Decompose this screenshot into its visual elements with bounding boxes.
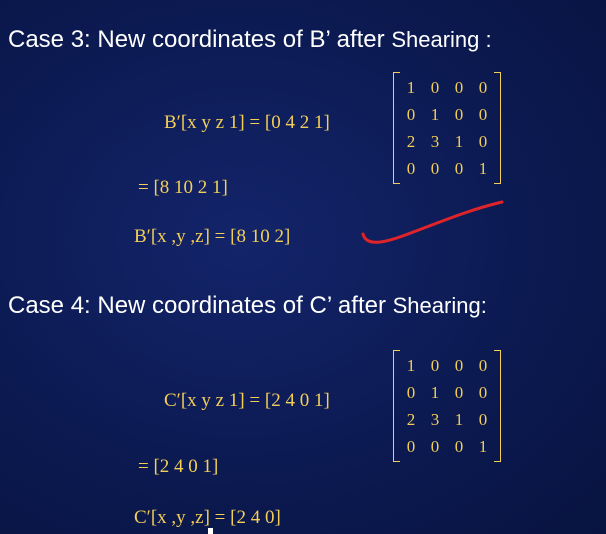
- matrix-cell: 0: [478, 77, 488, 97]
- matrix-cell: 0: [454, 104, 464, 124]
- matrix-cell: 0: [454, 355, 464, 375]
- matrix-cell: 2: [406, 409, 416, 429]
- case4-equation-lhs: C′[x y z 1] = [2 4 0 1]: [164, 390, 330, 411]
- case3-equation-lhs: B′[x y z 1] = [0 4 2 1]: [164, 112, 330, 133]
- matrix-cell: 0: [454, 382, 464, 402]
- case4-result-row: = [2 4 0 1]: [138, 456, 219, 477]
- matrix-cell: 1: [478, 158, 488, 178]
- matrix-cell: 3: [430, 409, 440, 429]
- matrix-cell: 0: [454, 77, 464, 97]
- case3-heading-text: Case 3: New coordinates of B’ after: [8, 26, 385, 53]
- matrix-cell: 0: [430, 436, 440, 456]
- matrix-cell: 0: [478, 131, 488, 151]
- matrix-cell: 1: [454, 409, 464, 429]
- case4-final-coordinates: C′[x ,y ,z] = [2 4 0]: [134, 507, 281, 528]
- matrix-cell: 1: [406, 355, 416, 375]
- matrix-cell: 0: [454, 158, 464, 178]
- case4-heading-text: Case 4: New coordinates of C’ after: [8, 292, 386, 319]
- matrix-cell: 1: [430, 382, 440, 402]
- case4-shear-matrix: 1 0 0 0 0 1 0 0 2 3 1 0 0 0 0 1: [393, 350, 501, 462]
- matrix-cell: 1: [478, 436, 488, 456]
- matrix-cell: 0: [406, 158, 416, 178]
- slide: Case 3: New coordinates of B’ after Shea…: [0, 0, 606, 534]
- matrix-cell: 0: [430, 355, 440, 375]
- matrix-cell: 0: [406, 382, 416, 402]
- matrix-cell: 3: [430, 131, 440, 151]
- matrix-cell: 0: [478, 104, 488, 124]
- matrix-cell: 0: [406, 104, 416, 124]
- matrix-cell: 0: [478, 409, 488, 429]
- matrix-cell: 0: [478, 382, 488, 402]
- matrix-right-bracket: [494, 72, 501, 184]
- case3-heading: Case 3: New coordinates of B’ after Shea…: [8, 26, 492, 54]
- matrix-cell: 2: [406, 131, 416, 151]
- red-pen-annotation: [361, 200, 504, 244]
- case4-heading: Case 4: New coordinates of C’ after Shea…: [8, 292, 487, 320]
- case3-heading-shearing: Shearing :: [391, 27, 492, 52]
- case3-final-coordinates: B′[x ,y ,z] = [8 10 2]: [134, 226, 291, 247]
- matrix-cell: 0: [430, 158, 440, 178]
- matrix-right-bracket: [494, 350, 501, 462]
- text-cursor-icon: [208, 528, 213, 534]
- case3-shear-matrix: 1 0 0 0 0 1 0 0 2 3 1 0 0 0 0 1: [393, 72, 501, 184]
- matrix-cell: 0: [406, 436, 416, 456]
- matrix-cell: 1: [406, 77, 416, 97]
- case3-result-row: = [8 10 2 1]: [138, 177, 228, 198]
- matrix-cell: 0: [430, 77, 440, 97]
- matrix-cell: 0: [454, 436, 464, 456]
- matrix-cell: 1: [454, 131, 464, 151]
- case4-heading-shearing: Shearing:: [392, 293, 487, 318]
- matrix-cell: 1: [430, 104, 440, 124]
- matrix-cell: 0: [478, 355, 488, 375]
